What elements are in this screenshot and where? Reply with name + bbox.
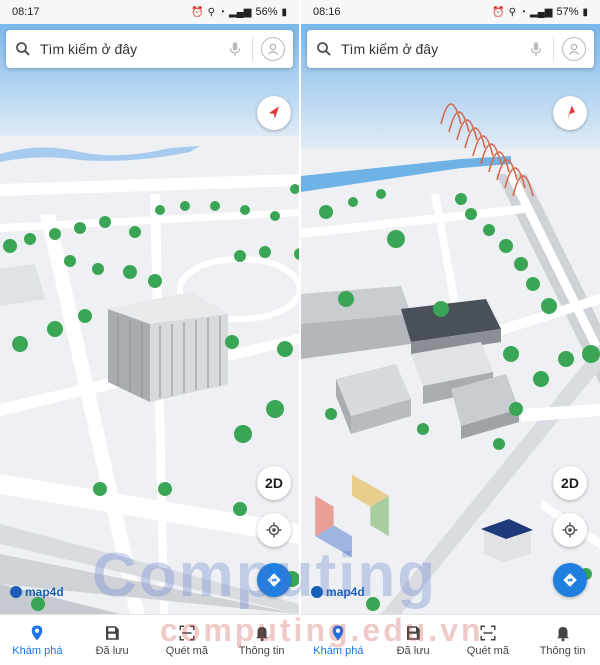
brand-text: map4d — [25, 585, 64, 599]
map-canvas — [0, 24, 299, 614]
my-location-button[interactable] — [257, 513, 291, 547]
scan-icon — [480, 625, 496, 640]
nav-saved-label: Đã lưu — [396, 644, 430, 657]
signal-icon: ▂▄▆ — [228, 6, 252, 18]
brand-logo: map4d — [311, 585, 365, 599]
locate-icon — [266, 522, 282, 538]
alarm-icon: ⏰ — [492, 6, 505, 18]
nav-scan[interactable]: Quét mã — [150, 615, 225, 665]
location-pin-icon — [333, 625, 344, 640]
nav-explore-label: Khám phá — [313, 644, 364, 657]
screenshot-root: 08:17 ⏰ ⚲ ◔ ▂▄▆ 56% ▮ Tìm kiếm ở đây 2D … — [0, 0, 600, 665]
nav-saved-label: Đã lưu — [95, 644, 129, 657]
directions-icon — [267, 573, 281, 587]
compass-button[interactable] — [553, 96, 587, 130]
brand-mark — [311, 586, 323, 598]
bottom-navigation: Khám phá Đã lưu Quét mã Thông tin — [0, 614, 299, 665]
nav-explore-label: Khám phá — [12, 644, 63, 657]
location-icon: ⚲ — [508, 6, 516, 18]
status-time: 08:17 — [12, 6, 40, 18]
brand-text: map4d — [326, 585, 365, 599]
nav-scan-label: Quét mã — [466, 644, 509, 657]
location-pin-icon — [32, 625, 43, 640]
locate-icon — [562, 522, 578, 538]
compass-button[interactable] — [257, 96, 291, 130]
status-bar: 08:17 ⏰ ⚲ ◔ ▂▄▆ 56% ▮ — [0, 0, 299, 24]
save-icon — [106, 625, 119, 640]
brand-mark — [10, 586, 22, 598]
signal-icon: ▂▄▆ — [529, 6, 553, 18]
user-icon[interactable] — [261, 37, 285, 61]
search-bar[interactable] — [6, 30, 293, 68]
compass-icon — [269, 106, 279, 119]
status-time: 08:16 — [313, 6, 341, 18]
mic-icon[interactable] — [527, 40, 545, 58]
mic-icon[interactable] — [226, 40, 244, 58]
user-icon[interactable] — [562, 37, 586, 61]
nav-info[interactable]: Thông tin — [525, 615, 600, 665]
battery-icon: ▮ — [281, 6, 287, 18]
location-icon: ⚲ — [207, 6, 215, 18]
scan-icon — [179, 625, 195, 640]
save-icon — [407, 625, 420, 640]
directions-button[interactable] — [553, 563, 587, 597]
nav-info[interactable]: Thông tin — [224, 615, 299, 665]
wifi-icon: ◔ — [519, 6, 526, 18]
bell-icon — [255, 626, 268, 641]
nav-info-label: Thông tin — [539, 644, 586, 657]
search-icon — [16, 42, 30, 56]
nav-scan[interactable]: Quét mã — [451, 615, 526, 665]
search-input[interactable] — [341, 41, 527, 57]
nav-scan-label: Quét mã — [165, 644, 208, 657]
phone-screen-left: 08:17 ⏰ ⚲ ◔ ▂▄▆ 56% ▮ Tìm kiếm ở đây 2D … — [0, 0, 299, 665]
alarm-icon: ⏰ — [191, 6, 204, 18]
battery-percent: 57% — [556, 6, 579, 18]
search-separator — [252, 37, 253, 61]
brand-logo: map4d — [10, 585, 64, 599]
battery-icon: ▮ — [582, 6, 588, 18]
directions-button[interactable] — [257, 563, 291, 597]
view-2d-button[interactable]: 2D — [553, 466, 587, 500]
phone-screen-right: 08:16 ⏰ ⚲ ◔ ▂▄▆ 57% ▮ Tìm kiếm ở đây 2D … — [301, 0, 600, 665]
compass-icon — [567, 105, 575, 120]
nav-info-label: Thông tin — [238, 644, 285, 657]
bottom-navigation: Khám phá Đã lưu Quét mã Thông tin — [301, 614, 600, 665]
status-bar: 08:16 ⏰ ⚲ ◔ ▂▄▆ 57% ▮ — [301, 0, 600, 24]
nav-saved[interactable]: Đã lưu — [75, 615, 150, 665]
nav-explore[interactable]: Khám phá — [0, 615, 75, 665]
search-separator — [553, 37, 554, 61]
battery-percent: 56% — [255, 6, 278, 18]
search-input[interactable] — [40, 41, 226, 57]
nav-explore[interactable]: Khám phá — [301, 615, 376, 665]
status-icons: ⏰ ⚲ ◔ ▂▄▆ 57% ▮ — [492, 6, 588, 18]
view-2d-button[interactable]: 2D — [257, 466, 291, 500]
search-bar[interactable] — [307, 30, 594, 68]
directions-icon — [563, 573, 577, 587]
nav-saved[interactable]: Đã lưu — [376, 615, 451, 665]
search-icon — [317, 42, 331, 56]
bell-icon — [556, 626, 569, 641]
building-3d — [108, 292, 228, 402]
map-view[interactable] — [0, 24, 299, 614]
status-icons: ⏰ ⚲ ◔ ▂▄▆ 56% ▮ — [191, 6, 287, 18]
wifi-icon: ◔ — [218, 6, 225, 18]
my-location-button[interactable] — [553, 513, 587, 547]
